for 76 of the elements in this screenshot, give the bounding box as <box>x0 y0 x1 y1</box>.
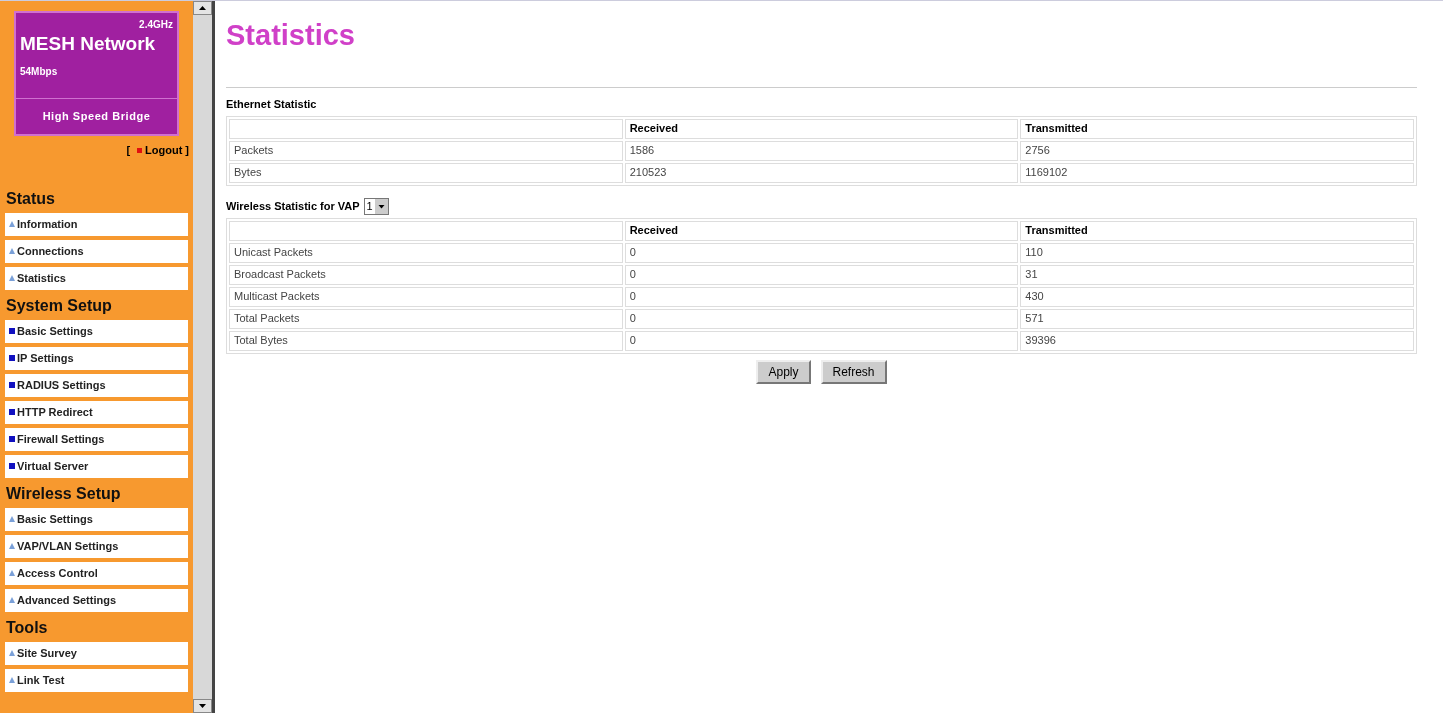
table-cell: Multicast Packets <box>229 286 623 307</box>
section-heading: Wireless Statistic for VAP <box>226 198 360 214</box>
column-header: Received <box>624 118 1019 139</box>
nav-item[interactable]: Access Control <box>5 561 188 585</box>
bracket: [ <box>126 143 131 158</box>
table-cell: 0 <box>624 242 1019 263</box>
table-cell: Total Bytes <box>229 330 623 351</box>
action-button[interactable]: Refresh <box>820 359 887 384</box>
nav-item[interactable]: Advanced Settings <box>5 588 188 612</box>
table-cell: 110 <box>1020 242 1414 263</box>
nav-item[interactable]: IP Settings <box>5 346 188 370</box>
bullet-icon <box>9 248 15 254</box>
table-cell: 0 <box>624 330 1019 351</box>
section-heading: Wireless Setup <box>5 483 122 504</box>
bullet-icon <box>9 650 15 656</box>
column-header: Transmitted <box>1020 118 1414 139</box>
bracket: ] <box>185 143 189 158</box>
table-cell: Bytes <box>229 162 623 183</box>
table-cell: 0 <box>624 308 1019 329</box>
scrollbar[interactable] <box>193 1 215 713</box>
square-bullet-icon <box>9 382 15 388</box>
table-cell: 0 <box>624 286 1019 307</box>
table-cell: 430 <box>1020 286 1414 307</box>
logo-title: MESH Network <box>19 32 157 56</box>
nav-item[interactable]: RADIUS Settings <box>5 373 188 397</box>
nav-item[interactable]: VAP/VLAN Settings <box>5 534 188 558</box>
square-bullet-icon <box>9 436 15 442</box>
logo-subtitle: High Speed Bridge <box>42 109 151 125</box>
scroll-down-icon[interactable] <box>193 699 212 713</box>
table-cell: 31 <box>1020 264 1414 285</box>
table-cell: 2756 <box>1020 140 1414 161</box>
action-button[interactable]: Apply <box>756 359 811 384</box>
table-cell: 39396 <box>1020 330 1414 351</box>
logout-bullet-icon <box>137 147 143 153</box>
section-heading: Ethernet Statistic <box>226 97 318 112</box>
bullet-icon <box>9 543 15 549</box>
nav-item[interactable]: Basic Settings <box>5 507 188 531</box>
nav-item[interactable]: Virtual Server <box>5 454 188 478</box>
table-cell: Packets <box>229 140 623 161</box>
table-cell: Total Packets <box>229 308 623 329</box>
vap-select[interactable]: 1 <box>363 197 389 215</box>
square-bullet-icon <box>9 463 15 469</box>
column-header: Received <box>624 220 1019 241</box>
page-title: Statistics <box>226 18 356 53</box>
bullet-icon <box>9 275 15 281</box>
scroll-up-icon[interactable] <box>193 1 212 15</box>
table-cell: 0 <box>624 264 1019 285</box>
nav-item[interactable]: Statistics <box>5 266 188 290</box>
section-heading: Tools <box>5 617 49 638</box>
table-cell: 571 <box>1020 308 1414 329</box>
bullet-icon <box>9 570 15 576</box>
table-cell: Unicast Packets <box>229 242 623 263</box>
nav-item[interactable]: Information <box>5 212 188 236</box>
square-bullet-icon <box>9 328 15 334</box>
logout-link[interactable]: Logout <box>145 142 183 159</box>
nav-item[interactable]: HTTP Redirect <box>5 400 188 424</box>
table-cell: 210523 <box>624 162 1019 183</box>
table-cell: 1586 <box>624 140 1019 161</box>
nav-item[interactable]: Basic Settings <box>5 319 188 343</box>
nav-item[interactable]: Link Test <box>5 668 188 692</box>
nav-item[interactable]: Connections <box>5 239 188 263</box>
bullet-icon <box>9 516 15 522</box>
column-header: Transmitted <box>1020 220 1414 241</box>
logo-band-label: 2.4GHz <box>139 18 174 32</box>
square-bullet-icon <box>9 409 15 415</box>
bullet-icon <box>9 597 15 603</box>
table-cell: 1169102 <box>1020 162 1414 183</box>
nav-item[interactable]: Firewall Settings <box>5 427 188 451</box>
section-heading: Status <box>5 188 56 209</box>
bullet-icon <box>9 677 15 683</box>
table-cell: Broadcast Packets <box>229 264 623 285</box>
nav-item[interactable]: Site Survey <box>5 641 188 665</box>
section-heading: System Setup <box>5 295 113 316</box>
square-bullet-icon <box>9 355 15 361</box>
logo-speed: 54Mbps <box>19 64 59 79</box>
bullet-icon <box>9 221 15 227</box>
